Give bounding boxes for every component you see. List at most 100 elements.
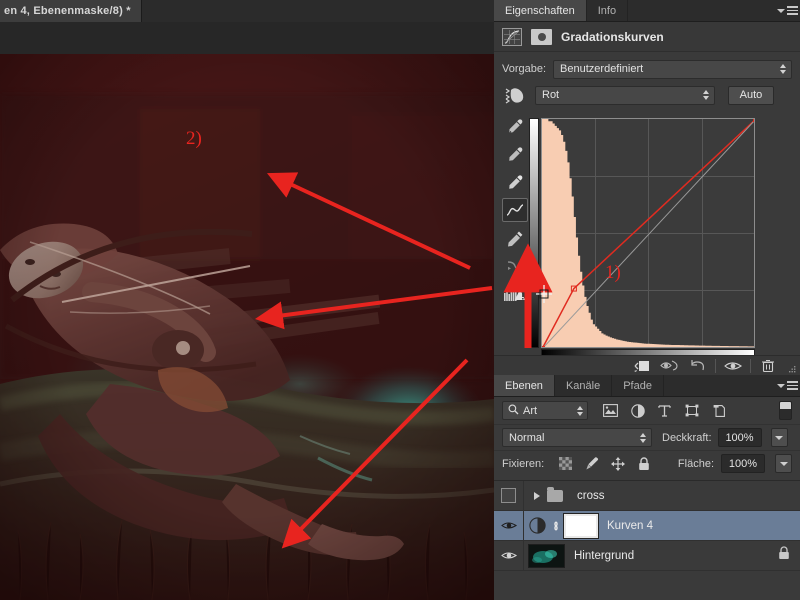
fill-value[interactable]: 100%: [721, 454, 765, 473]
fill-label: Fläche:: [677, 457, 714, 470]
lock-image-pixels-icon[interactable]: [583, 455, 600, 472]
blend-mode-dropdown[interactable]: Normal: [502, 428, 652, 447]
stepper-arrows-icon: [640, 432, 646, 443]
layer-filter-value: Art: [523, 404, 538, 417]
reset-adjustment-icon[interactable]: [684, 357, 712, 375]
opacity-stepper[interactable]: [770, 428, 788, 447]
histogram-warning-icon[interactable]: [502, 282, 528, 306]
curve-target-hand-icon[interactable]: [502, 86, 528, 104]
properties-panel: Eigenschaften Info Gradationskurven Vorg…: [494, 0, 800, 375]
document-tab-title: en 4, Ebenenmaske/8) *: [4, 5, 131, 17]
hamburger-lines-icon: [786, 6, 798, 15]
layer-name[interactable]: cross: [577, 490, 604, 502]
gray-point-eyedropper-icon[interactable]: [502, 142, 528, 166]
search-filter-icon: [508, 404, 519, 418]
filter-pixel-layers-icon[interactable]: [602, 402, 619, 419]
table-row[interactable]: Kurven 4: [494, 510, 800, 541]
photo-archer-composite: [0, 54, 494, 600]
lock-row: Fixieren: Fläche: 100%: [494, 450, 800, 476]
table-row[interactable]: Hintergrund: [494, 540, 800, 571]
layer-visibility-toggle[interactable]: [494, 480, 524, 511]
image-canvas[interactable]: [0, 54, 494, 600]
output-gradient-ramp: [529, 118, 539, 348]
curves-graph[interactable]: [529, 113, 770, 368]
annotation-label-1: 1): [605, 262, 621, 283]
black-point-eyedropper-icon[interactable]: [502, 114, 528, 138]
filter-enable-toggle[interactable]: [779, 401, 792, 420]
lock-position-icon[interactable]: [609, 455, 626, 472]
annotation-label-2: 2): [186, 128, 202, 149]
document-tab-bar: en 4, Ebenenmaske/8) *: [0, 0, 494, 22]
panel-menu-icon[interactable]: [774, 0, 800, 21]
curve-tool-column: [500, 110, 530, 360]
layer-thumbnail[interactable]: [528, 543, 565, 568]
lock-all-icon: [778, 546, 790, 565]
curve-lines[interactable]: [542, 119, 755, 348]
delete-adjustment-layer-icon[interactable]: [754, 357, 782, 375]
chevron-right-icon[interactable]: [534, 491, 540, 500]
view-previous-state-icon[interactable]: [656, 357, 684, 375]
curves-adjustment-thumbnail[interactable]: [524, 517, 550, 534]
lock-all-icon[interactable]: [635, 455, 652, 472]
tab-info[interactable]: Info: [587, 0, 629, 21]
opacity-value[interactable]: 100%: [717, 428, 762, 447]
visibility-off-icon: [501, 488, 516, 503]
right-dock: Eigenschaften Info Gradationskurven Vorg…: [494, 0, 800, 600]
tab-ebenen[interactable]: Ebenen: [494, 375, 555, 396]
table-row[interactable]: cross: [494, 480, 800, 511]
filter-adjustment-layers-icon[interactable]: [629, 402, 646, 419]
tab-eigenschaften[interactable]: Eigenschaften: [494, 0, 587, 21]
layer-mask-thumbnail[interactable]: [563, 512, 599, 539]
chevron-down-icon: [776, 8, 785, 13]
stepper-arrows-icon: [780, 64, 786, 74]
eye-icon: [500, 552, 517, 559]
toggle-layer-visibility-icon[interactable]: [719, 357, 747, 375]
layer-visibility-toggle[interactable]: [494, 510, 524, 541]
mask-link-icon[interactable]: [550, 519, 562, 533]
layer-filter-type-dropdown[interactable]: Art: [502, 401, 588, 420]
clip-to-layer-icon[interactable]: [628, 357, 656, 375]
fill-stepper[interactable]: [775, 454, 792, 473]
layer-visibility-toggle[interactable]: [494, 540, 524, 571]
properties-title: Gradationskurven: [561, 29, 664, 44]
tab-label: Pfade: [623, 379, 652, 392]
tab-pfade[interactable]: Pfade: [612, 375, 664, 396]
panel-menu-icon[interactable]: [774, 375, 800, 396]
tab-label: Info: [597, 4, 617, 17]
panel-resize-grip-icon[interactable]: [782, 359, 796, 373]
stepper-arrows-icon: [703, 90, 709, 100]
white-point-eyedropper-icon[interactable]: [502, 170, 528, 194]
tab-label: Eigenschaften: [505, 4, 575, 17]
document-tab[interactable]: en 4, Ebenenmaske/8) *: [0, 0, 142, 22]
photoshop-window: en 4, Ebenenmaske/8) * 2) Eigenschaften …: [0, 0, 800, 600]
document-top-gap: [0, 22, 494, 54]
channel-value: Rot: [542, 89, 560, 101]
layer-list[interactable]: cross Kurven 4 Hintergrund: [494, 480, 800, 600]
channel-row: Rot Auto: [494, 82, 800, 108]
document-area: en 4, Ebenenmaske/8) * 2): [0, 0, 494, 600]
properties-bottom-toolbar: [494, 355, 800, 375]
filter-shape-layers-icon[interactable]: [683, 402, 700, 419]
curves-grid-area[interactable]: [541, 118, 755, 348]
blend-mode-value: Normal: [509, 431, 545, 444]
layer-name[interactable]: Hintergrund: [574, 550, 634, 562]
tab-kanaele[interactable]: Kanäle: [555, 375, 613, 396]
lock-icons: [557, 455, 652, 472]
filter-type-layers-icon[interactable]: [656, 402, 673, 419]
tab-bar-filler: [628, 0, 774, 21]
layer-mask-icon: [531, 28, 552, 45]
auto-button[interactable]: Auto: [728, 85, 774, 105]
layer-name[interactable]: Kurven 4: [607, 520, 653, 532]
tab-label: Kanäle: [565, 379, 601, 392]
toolbar-separator: [750, 358, 751, 373]
channel-dropdown[interactable]: Rot: [535, 85, 715, 105]
smooth-curve-icon[interactable]: [502, 254, 528, 278]
preset-dropdown[interactable]: Benutzerdefiniert: [553, 59, 792, 79]
tab-bar-filler: [664, 375, 774, 396]
curves-adjustment-icon: [502, 27, 522, 46]
curve-point-tool-icon[interactable]: [502, 198, 528, 222]
filter-smart-object-icon[interactable]: [710, 402, 727, 419]
pencil-draw-curve-icon[interactable]: [502, 226, 528, 250]
lock-transparent-pixels-icon[interactable]: [557, 455, 574, 472]
layer-filter-icons: [602, 402, 727, 419]
